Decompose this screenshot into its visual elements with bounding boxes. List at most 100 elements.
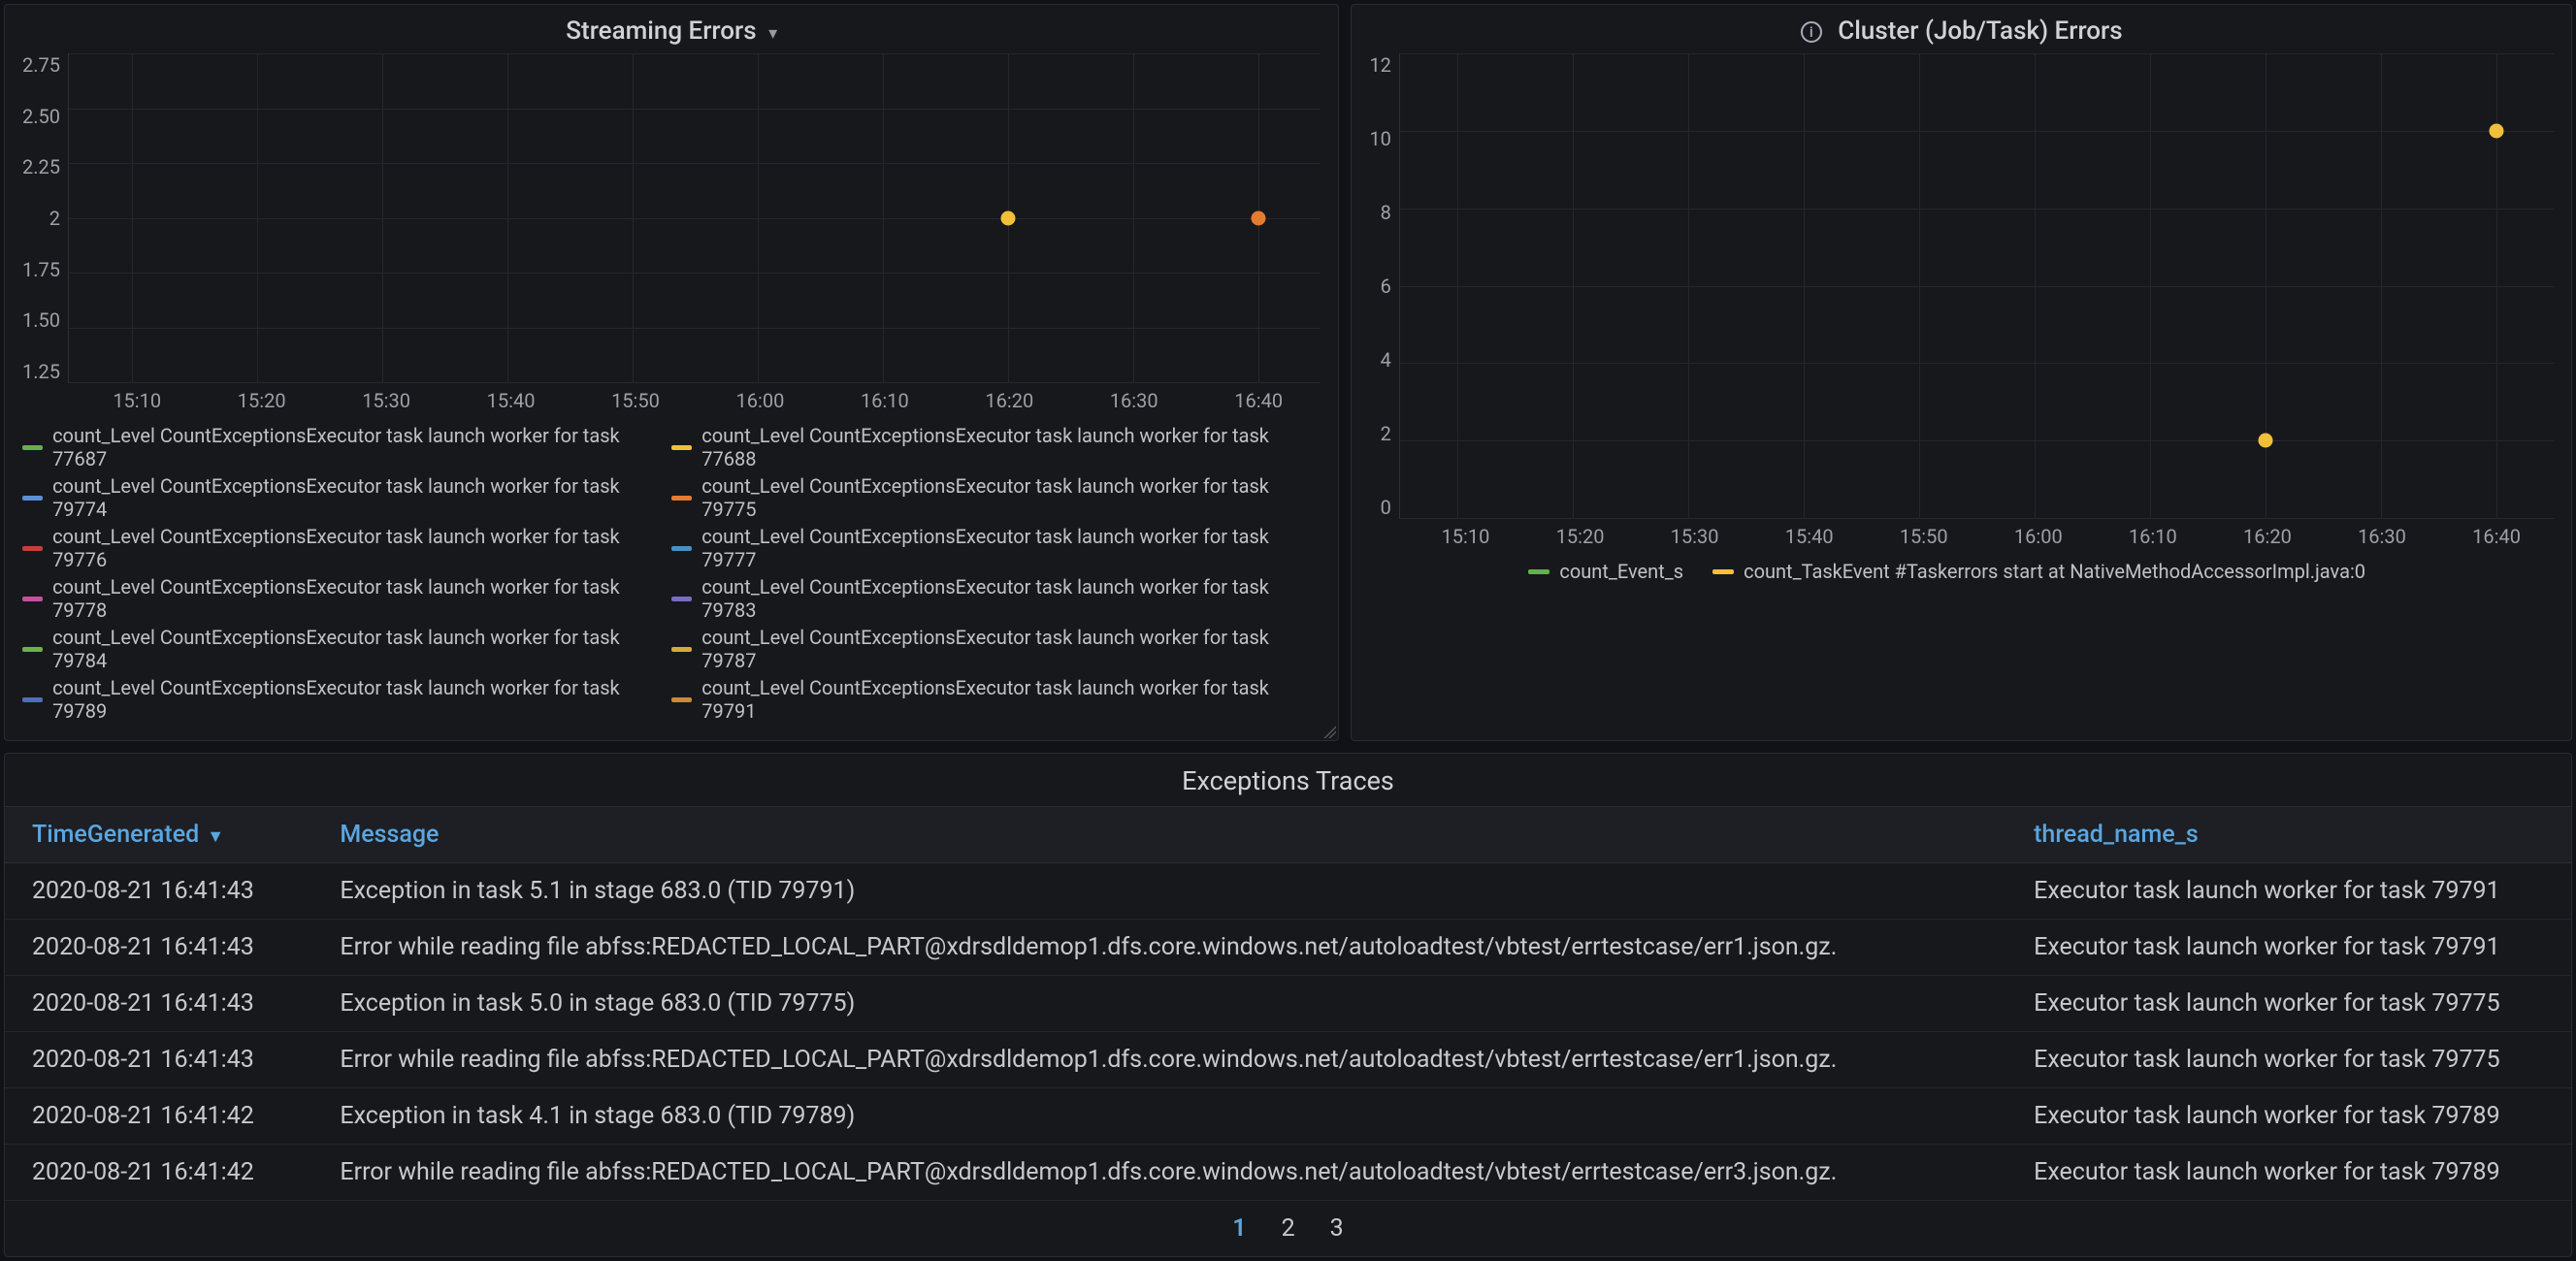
ytick: 4: [1381, 348, 1391, 372]
legend-item[interactable]: count_Level CountExceptionsExecutor task…: [22, 474, 652, 521]
table-row[interactable]: 2020-08-21 16:41:42Error while reading f…: [5, 1145, 2571, 1201]
legend-swatch: [671, 546, 692, 551]
legend-swatch: [671, 647, 692, 652]
data-point[interactable]: [2258, 434, 2272, 448]
ytick: 8: [1381, 201, 1391, 224]
cell-TimeGenerated: 2020-08-21 16:41:42: [5, 1145, 312, 1201]
legend-swatch: [22, 496, 43, 501]
info-icon[interactable]: i: [1801, 21, 1822, 43]
legend-label: count_Level CountExceptionsExecutor task…: [701, 525, 1301, 571]
xtick: 16:00: [698, 389, 822, 412]
ytick: 6: [1381, 275, 1391, 298]
xtick: 16:00: [1981, 525, 2096, 548]
panel-title-cluster[interactable]: i Cluster (Job/Task) Errors: [1369, 16, 2554, 46]
legend-item[interactable]: count_Level CountExceptionsExecutor task…: [22, 525, 652, 571]
legend-swatch: [671, 445, 692, 450]
plot-cluster[interactable]: [1399, 53, 2554, 519]
xtick: 16:20: [2210, 525, 2325, 548]
xtick: 16:40: [2439, 525, 2554, 548]
chevron-down-icon[interactable]: ▾: [768, 23, 777, 44]
table-row[interactable]: 2020-08-21 16:41:43Error while reading f…: [5, 920, 2571, 976]
legend-item[interactable]: count_TaskEvent #Taskerrors start at Nat…: [1712, 560, 2365, 583]
xtick: 16:30: [1072, 389, 1196, 412]
xtick: 15:20: [1523, 525, 1638, 548]
sort-desc-icon: ▼: [207, 826, 224, 847]
legend-label: count_Level CountExceptionsExecutor task…: [52, 626, 652, 672]
legend-cluster: count_Event_s count_TaskEvent #Taskerrors…: [1369, 560, 2554, 587]
ytick: 0: [1381, 496, 1391, 519]
xtick: 15:10: [75, 389, 199, 412]
ytick: 1.50: [22, 308, 60, 332]
legend-item[interactable]: count_Level CountExceptionsExecutor task…: [22, 676, 652, 723]
data-point[interactable]: [1000, 210, 1015, 225]
legend-swatch: [1712, 569, 1734, 574]
pager: 1 2 3: [5, 1201, 2571, 1256]
cell-Message: Exception in task 4.1 in stage 683.0 (TI…: [312, 1088, 2006, 1145]
xtick: 16:20: [947, 389, 1071, 412]
ytick: 1.75: [22, 258, 60, 281]
legend-swatch: [22, 647, 43, 652]
legend-item[interactable]: count_Level CountExceptionsExecutor task…: [22, 424, 652, 470]
page-1[interactable]: 1: [1232, 1214, 1246, 1243]
ytick: 2.50: [22, 105, 60, 128]
plot-streaming[interactable]: [68, 53, 1321, 383]
cell-TimeGenerated: 2020-08-21 16:41:42: [5, 1088, 312, 1145]
xtick: 16:10: [2096, 525, 2210, 548]
legend-item[interactable]: count_Level CountExceptionsExecutor task…: [671, 424, 1301, 470]
legend-label: count_Level CountExceptionsExecutor task…: [701, 626, 1301, 672]
ytick: 2: [49, 207, 60, 230]
legend-label: count_Event_s: [1559, 560, 1683, 583]
ytick: 2: [1381, 422, 1391, 445]
cell-TimeGenerated: 2020-08-21 16:41:43: [5, 976, 312, 1032]
xtick: 16:30: [2325, 525, 2439, 548]
legend-item[interactable]: count_Level CountExceptionsExecutor task…: [671, 575, 1301, 622]
table-row[interactable]: 2020-08-21 16:41:43Exception in task 5.1…: [5, 863, 2571, 920]
ytick: 2.75: [22, 53, 60, 77]
table-row[interactable]: 2020-08-21 16:41:42Exception in task 4.1…: [5, 1088, 2571, 1145]
panel-title-streaming[interactable]: Streaming Errors ▾: [22, 16, 1321, 46]
legend-streaming: count_Level CountExceptionsExecutor task…: [22, 424, 1321, 727]
cell-thread_name_s: Executor task launch worker for task 797…: [2006, 1145, 2571, 1201]
ytick: 12: [1369, 53, 1390, 77]
legend-item[interactable]: count_Level CountExceptionsExecutor task…: [671, 525, 1301, 571]
ytick: 10: [1369, 127, 1390, 150]
legend-item[interactable]: count_Level CountExceptionsExecutor task…: [22, 626, 652, 672]
xtick: 15:40: [1752, 525, 1867, 548]
legend-item[interactable]: count_Level CountExceptionsExecutor task…: [22, 575, 652, 622]
panel-exceptions-traces: Exceptions Traces TimeGenerated▼Messaget…: [4, 753, 2572, 1257]
data-point[interactable]: [2489, 123, 2503, 138]
cell-Message: Exception in task 5.1 in stage 683.0 (TI…: [312, 863, 2006, 920]
table-row[interactable]: 2020-08-21 16:41:43Error while reading f…: [5, 1032, 2571, 1088]
table-row[interactable]: 2020-08-21 16:41:43Exception in task 5.0…: [5, 976, 2571, 1032]
page-3[interactable]: 3: [1330, 1214, 1344, 1243]
legend-swatch: [1528, 569, 1549, 574]
legend-label: count_Level CountExceptionsExecutor task…: [52, 525, 652, 571]
col-TimeGenerated[interactable]: TimeGenerated▼: [5, 807, 312, 863]
legend-swatch: [22, 597, 43, 601]
cell-thread_name_s: Executor task launch worker for task 797…: [2006, 976, 2571, 1032]
cell-Message: Error while reading file abfss:REDACTED_…: [312, 920, 2006, 976]
cell-Message: Exception in task 5.0 in stage 683.0 (TI…: [312, 976, 2006, 1032]
cell-thread_name_s: Executor task launch worker for task 797…: [2006, 1032, 2571, 1088]
panel-cluster-errors: i Cluster (Job/Task) Errors 12 10 8 6 4 2 0 15…: [1351, 4, 2572, 741]
legend-swatch: [22, 546, 43, 551]
cell-TimeGenerated: 2020-08-21 16:41:43: [5, 1032, 312, 1088]
resize-handle-icon[interactable]: [1322, 725, 1336, 738]
legend-item[interactable]: count_Event_s: [1528, 560, 1683, 583]
xaxis-streaming: 15:1015:2015:3015:4015:5016:0016:1016:20…: [22, 389, 1321, 412]
exceptions-table: TimeGenerated▼Messagethread_name_s 2020-…: [5, 806, 2571, 1201]
xaxis-cluster: 15:1015:2015:3015:4015:5016:0016:1016:20…: [1369, 525, 2554, 548]
legend-swatch: [671, 697, 692, 702]
legend-item[interactable]: count_Level CountExceptionsExecutor task…: [671, 474, 1301, 521]
xtick: 16:40: [1196, 389, 1321, 412]
legend-item[interactable]: count_Level CountExceptionsExecutor task…: [671, 676, 1301, 723]
col-thread_name_s[interactable]: thread_name_s: [2006, 807, 2571, 863]
legend-label: count_Level CountExceptionsExecutor task…: [52, 575, 652, 622]
ytick: 2.25: [22, 155, 60, 178]
legend-item[interactable]: count_Level CountExceptionsExecutor task…: [671, 626, 1301, 672]
page-2[interactable]: 2: [1282, 1214, 1295, 1243]
legend-label: count_Level CountExceptionsExecutor task…: [701, 474, 1301, 521]
data-point[interactable]: [1251, 210, 1265, 225]
col-Message[interactable]: Message: [312, 807, 2006, 863]
panel-streaming-errors: Streaming Errors ▾ 2.75 2.50 2.25 2 1.75 1.50…: [4, 4, 1339, 741]
